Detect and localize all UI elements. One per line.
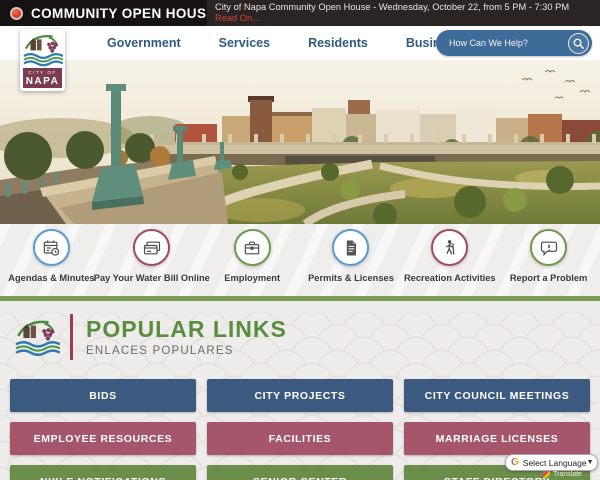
alert-bar-left: COMMUNITY OPEN HOUSE: [0, 0, 207, 26]
document-icon: [332, 229, 369, 266]
hiker-icon: [431, 229, 468, 266]
popular-links-subtitle: ENLACES POPULARES: [86, 345, 287, 357]
quick-link-label: Report a Problem: [510, 273, 588, 283]
chevron-down-icon: ▼: [587, 459, 594, 466]
city-council-meetings-button[interactable]: CITY COUNCIL MEETINGS: [404, 379, 590, 412]
alert-bar: COMMUNITY OPEN HOUSE City of Napa Commun…: [0, 0, 600, 26]
alert-message: City of Napa Community Open House - Wedn…: [215, 2, 594, 13]
hero-photo: [0, 60, 600, 224]
quick-link-recreation[interactable]: Recreation Activities: [400, 229, 499, 296]
quick-link-label: Recreation Activities: [404, 273, 496, 283]
facilities-button[interactable]: FACILITIES: [207, 422, 393, 455]
translate-label: Select Language: [523, 458, 587, 468]
quick-link-label: Pay Your Water Bill Online: [94, 273, 210, 283]
main-nav: Government Services Residents Business H…: [0, 26, 600, 60]
city-projects-button[interactable]: CITY PROJECTS: [207, 379, 393, 412]
search-icon[interactable]: [568, 33, 589, 54]
logo-wordmark: CITY OF NAPA: [23, 68, 62, 88]
alert-bar-right: City of Napa Community Open House - Wedn…: [207, 0, 600, 26]
site-search: [436, 30, 592, 56]
google-g-icon: G: [511, 457, 519, 468]
popular-links-header: POPULAR LINKS ENLACES POPULARES: [14, 312, 600, 362]
napa-logo-art-icon: [22, 31, 63, 68]
nav-item-residents[interactable]: Residents: [289, 36, 387, 50]
quick-link-agendas[interactable]: Agendas & Minutes: [2, 229, 101, 296]
search-input[interactable]: [436, 38, 568, 48]
napa-logo-mark-icon: [14, 315, 60, 359]
read-on-link[interactable]: Read On...: [215, 13, 594, 24]
employee-resources-button[interactable]: EMPLOYEE RESOURCES: [10, 422, 196, 455]
quick-link-permits[interactable]: Permits & Licenses: [302, 229, 401, 296]
marriage-licenses-button[interactable]: MARRIAGE LICENSES: [404, 422, 590, 455]
quick-link-label: Agendas & Minutes: [8, 273, 94, 283]
google-translate-icon: [543, 471, 550, 478]
speech-bubble-icon: [530, 229, 567, 266]
senior-center-button[interactable]: SENIOR CENTER: [207, 465, 393, 480]
nixle-notifications-button[interactable]: NIXLE NOTIFICATIONS: [10, 465, 196, 480]
credit-card-icon: [133, 229, 170, 266]
alert-title: COMMUNITY OPEN HOUSE: [31, 6, 216, 21]
calendar-clock-icon: [33, 229, 70, 266]
bids-button[interactable]: BIDS: [10, 379, 196, 412]
quick-link-water-bill[interactable]: Pay Your Water Bill Online: [101, 229, 203, 296]
briefcase-icon: [234, 229, 271, 266]
header-divider: [70, 314, 73, 360]
city-of-napa-logo[interactable]: CITY OF NAPA: [20, 29, 65, 91]
page: COMMUNITY OPEN HOUSE City of Napa Commun…: [0, 0, 600, 480]
green-divider: [0, 296, 600, 301]
google-translate-select[interactable]: G Select Language ▼: [505, 454, 598, 471]
popular-links-title: POPULAR LINKS: [86, 318, 287, 341]
translate-attribution: Translate: [543, 471, 582, 478]
nav-item-services[interactable]: Services: [200, 36, 289, 50]
quick-links-row: Agendas & Minutes Pay Your Water Bill On…: [0, 224, 600, 296]
quick-link-employment[interactable]: Employment: [203, 229, 302, 296]
alert-circle-icon: [10, 7, 23, 20]
nav-item-government[interactable]: Government: [88, 36, 200, 50]
quick-link-report-problem[interactable]: Report a Problem: [499, 229, 598, 296]
quick-link-label: Employment: [224, 273, 280, 283]
quick-link-label: Permits & Licenses: [308, 273, 394, 283]
